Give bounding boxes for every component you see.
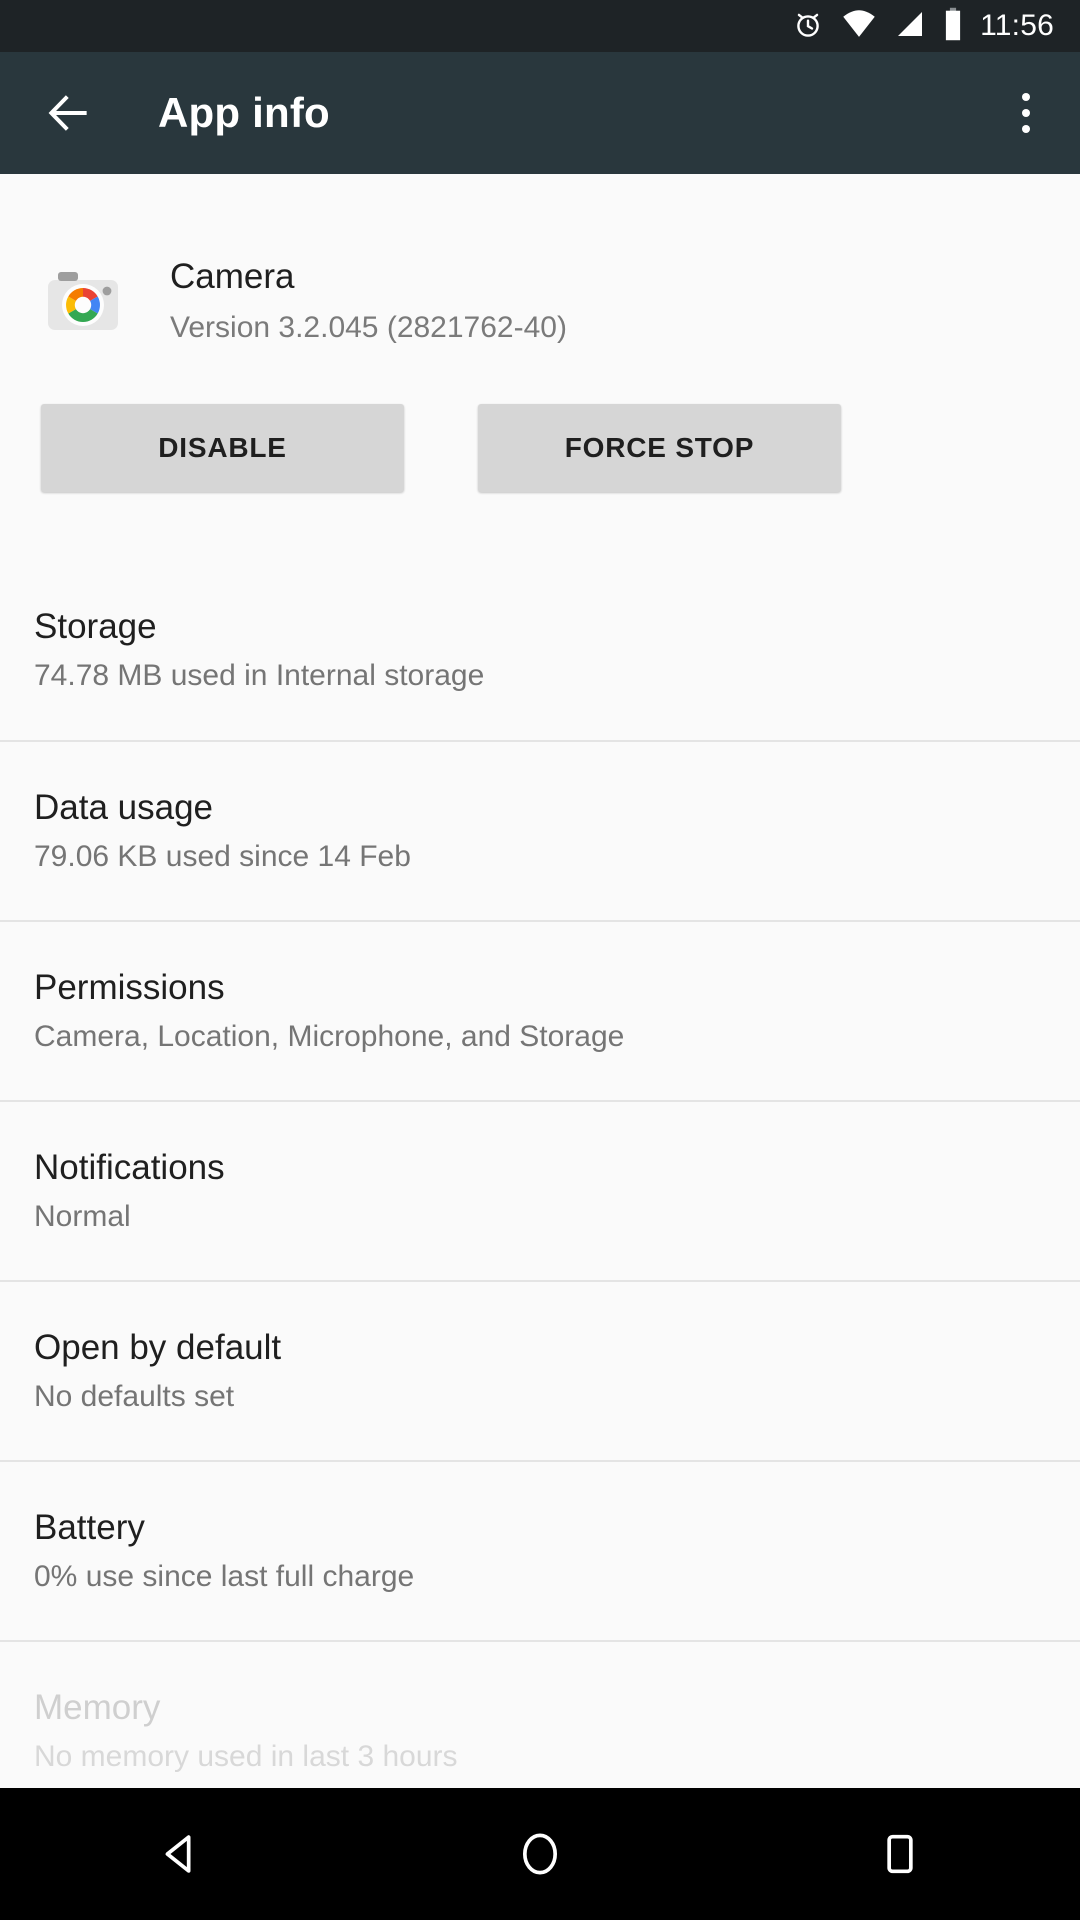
app-identity: Camera Version 3.2.045 (2821762-40) [170,256,567,346]
battery-icon [943,7,963,46]
disable-button[interactable]: DISABLE [41,404,404,492]
page-title: App info [158,89,330,136]
scroll-content[interactable]: Camera Version 3.2.045 (2821762-40) DISA… [0,174,1080,1788]
settings-list: Storage 74.78 MB used in Internal storag… [0,560,1080,1788]
list-item-title: Data usage [34,787,214,827]
list-item-subtitle: No defaults set [34,1379,235,1413]
status-bar-clock: 11:56 [980,9,1054,42]
list-item-title: Notifications [34,1147,225,1187]
list-item-subtitle: No memory used in last 3 hours [34,1739,458,1773]
list-item-subtitle: 74.78 MB used in Internal storage [34,658,485,692]
overflow-dot [1022,125,1030,133]
list-item-title: Battery [34,1507,145,1547]
status-bar-icons [792,7,963,46]
toolbar: App info [0,52,1080,174]
list-item-subtitle: Normal [34,1199,131,1233]
list-item-title: Storage [34,606,157,646]
alarm-icon [792,8,824,45]
list-item-title: Permissions [34,967,225,1007]
app-version: Version 3.2.045 (2821762-40) [170,311,567,344]
list-item-subtitle: 79.06 KB used since 14 Feb [34,839,411,873]
list-item-data-usage[interactable]: Data usage 79.06 KB used since 14 Feb [0,740,1080,920]
list-item-permissions[interactable]: Permissions Camera, Location, Microphone… [0,920,1080,1100]
overflow-menu-icon[interactable] [994,81,1058,145]
android-app-info-screen: 11:56 App info Camera Version 3.2.045 (2… [0,0,1080,1920]
navigation-bar [0,1788,1080,1920]
list-item-subtitle: Camera, Location, Microphone, and Storag… [34,1019,625,1053]
app-header: Camera Version 3.2.045 (2821762-40) [0,174,1080,346]
back-arrow-icon[interactable] [36,81,100,145]
list-item-subtitle: 0% use since last full charge [34,1559,415,1593]
action-buttons: DISABLE FORCE STOP [0,346,1080,492]
overflow-dot [1022,109,1030,117]
force-stop-button[interactable]: FORCE STOP [478,404,841,492]
list-item-storage[interactable]: Storage 74.78 MB used in Internal storag… [0,560,1080,740]
google-camera-icon [40,258,126,344]
list-item-open-by-default[interactable]: Open by default No defaults set [0,1280,1080,1460]
list-item-memory[interactable]: Memory No memory used in last 3 hours [0,1640,1080,1788]
nav-recents-icon[interactable] [835,1788,965,1920]
list-item-title: Memory [34,1687,161,1727]
app-name: Camera [170,257,295,296]
list-item-title: Open by default [34,1327,282,1367]
nav-back-icon[interactable] [115,1788,245,1920]
list-item-battery[interactable]: Battery 0% use since last full charge [0,1460,1080,1640]
nav-home-icon[interactable] [475,1788,605,1920]
overflow-dot [1022,93,1030,101]
wifi-icon [841,8,877,45]
list-item-notifications[interactable]: Notifications Normal [0,1100,1080,1280]
status-bar: 11:56 [0,0,1080,52]
cellular-signal-icon [894,8,926,45]
